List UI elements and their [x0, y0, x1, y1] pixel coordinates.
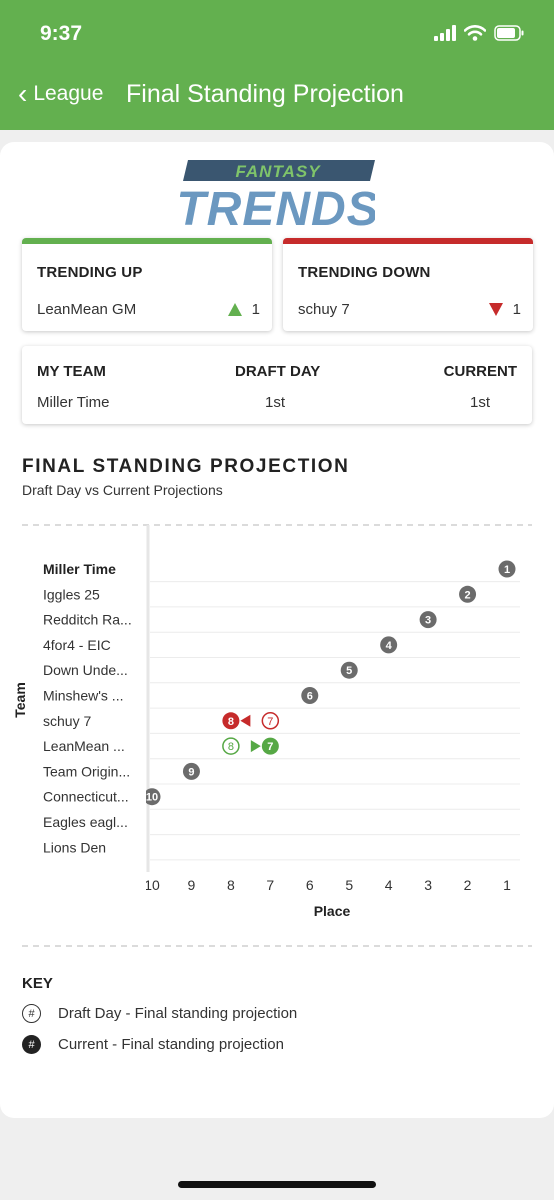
chart-point: 10: [143, 788, 161, 806]
x-tick-label: 8: [227, 877, 235, 893]
nav-header: 9:37 ‹ League Final Standing Projection: [0, 0, 554, 130]
team-label: Down Unde...: [43, 662, 128, 678]
change-arrow: [240, 714, 251, 727]
x-tick-label: 2: [464, 877, 472, 893]
trending-down-value: 1: [512, 301, 521, 318]
team-label: 4for4 - EIC: [43, 637, 111, 653]
trending-up-value: 1: [251, 301, 260, 318]
logo-top-text: FANTASY: [235, 162, 321, 181]
x-tick-label: 7: [266, 877, 274, 893]
key-row-draft: # Draft Day - Final standing projection: [22, 1004, 297, 1023]
current-point-label: 1: [504, 564, 510, 576]
team-label: Connecticut...: [43, 789, 129, 805]
chart-point: 1: [498, 560, 516, 578]
trending-up-heading: TRENDING UP: [37, 264, 143, 281]
team-label: Redditch Ra...: [43, 612, 132, 628]
x-tick-label: 1: [503, 877, 511, 893]
current-point-label: 3: [425, 615, 431, 627]
my-team-name: Miller Time: [37, 394, 110, 411]
trending-down-heading: TRENDING DOWN: [298, 264, 431, 281]
key-outline-icon: #: [22, 1004, 41, 1023]
back-label: League: [33, 82, 104, 105]
chart-point: 2: [459, 585, 477, 603]
chart-point: 5: [340, 661, 358, 679]
x-tick-label: 6: [306, 877, 314, 893]
arrow-up-icon: [227, 303, 242, 316]
back-button[interactable]: ‹ League: [18, 80, 103, 108]
x-tick-label: 3: [424, 877, 432, 893]
team-label: LeanMean ...: [43, 738, 125, 754]
draft-point-label: 7: [267, 716, 273, 728]
x-tick-label: 5: [345, 877, 353, 893]
team-label: Miller Time: [43, 561, 116, 577]
current-point-label: 5: [346, 665, 352, 677]
team-label: Lions Den: [43, 839, 106, 855]
status-time: 9:37: [40, 22, 83, 45]
trending-down-change: 1: [488, 301, 521, 318]
cellular-signal-icon: [434, 25, 456, 41]
my-team-card: MY TEAM DRAFT DAY CURRENT Miller Time 1s…: [22, 346, 532, 424]
x-tick-label: 9: [188, 877, 196, 893]
content-card: FANTASY TRENDS TRENDING UP LeanMean GM 1…: [0, 142, 554, 1118]
current-point-label: 8: [228, 716, 234, 728]
x-tick-label: 10: [144, 877, 160, 893]
team-label: Minshew's ...: [43, 688, 123, 704]
chart-point: 9: [182, 762, 200, 780]
draft-day-value: 1st: [265, 394, 286, 411]
x-tick-label: 4: [385, 877, 393, 893]
key-draft-label: Draft Day - Final standing projection: [58, 1005, 298, 1022]
key-row-current: # Current - Final standing projection: [22, 1035, 284, 1054]
chart-point: 4: [380, 636, 398, 654]
my-team-header: MY TEAM: [37, 363, 106, 380]
home-indicator[interactable]: [178, 1181, 376, 1188]
current-point-label: 7: [267, 741, 273, 753]
team-label: Team Origin...: [43, 763, 130, 779]
chart-point: 6: [301, 687, 319, 704]
tick-clip-panel: [30, 872, 146, 898]
current-point-label: 9: [188, 766, 194, 778]
y-axis-title: Team: [12, 682, 28, 718]
key-title: KEY: [22, 975, 53, 992]
fantasy-trends-logo: FANTASY TRENDS: [180, 160, 375, 230]
key-current-label: Current - Final standing projection: [58, 1036, 284, 1053]
trending-up-change: 1: [227, 301, 260, 318]
change-arrow: [250, 740, 261, 753]
current-point-label: 6: [307, 691, 313, 703]
chart-point-pair: 78: [222, 712, 280, 730]
chevron-left-icon: ‹: [18, 78, 28, 109]
battery-icon: [494, 25, 524, 41]
page-title: Final Standing Projection: [126, 80, 404, 108]
wifi-icon: [464, 25, 486, 41]
status-icons: [434, 25, 524, 41]
current-header: CURRENT: [443, 363, 517, 380]
trending-up-team: LeanMean GM: [37, 301, 137, 318]
logo-main-text: TRENDS: [180, 183, 375, 230]
team-label: Eagles eagl...: [43, 814, 128, 830]
section-title: FINAL STANDING PROJECTION: [22, 456, 350, 477]
current-value: 1st: [469, 394, 490, 411]
trending-down-team: schuy 7: [298, 301, 350, 318]
standing-projection-chart: 123456788 7910Miller TimeIggles 25Redditc…: [12, 524, 532, 947]
trending-up-card[interactable]: TRENDING UP LeanMean GM 1: [22, 238, 272, 331]
key-filled-icon: #: [22, 1035, 41, 1054]
current-point-label: 4: [386, 640, 393, 652]
team-label: schuy 7: [43, 713, 91, 729]
draft-day-header: DRAFT DAY: [235, 363, 321, 380]
chart-point-pair: 87: [222, 737, 279, 755]
x-axis-title: Place: [314, 903, 351, 919]
current-point-label: 2: [464, 589, 470, 601]
team-label: Iggles 25: [43, 586, 100, 602]
arrow-down-icon: [488, 303, 503, 316]
section-subtitle: Draft Day vs Current Projections: [22, 482, 223, 498]
current-point-label: 10: [146, 792, 158, 804]
trending-down-card[interactable]: TRENDING DOWN schuy 7 1: [283, 238, 533, 331]
chart-point: 3: [419, 611, 437, 629]
draft-point-label: 8: [228, 741, 234, 753]
